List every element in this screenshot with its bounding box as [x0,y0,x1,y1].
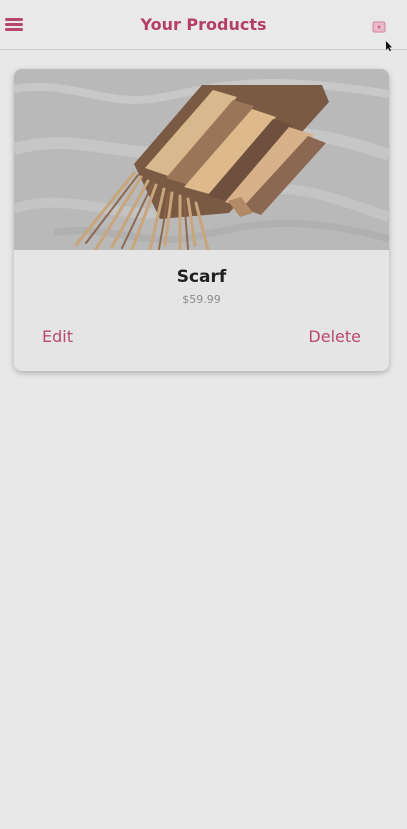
product-card: Scarf $59.99 Edit Delete [14,69,389,371]
product-price: $59.99 [182,293,221,306]
product-name: Scarf [176,267,227,287]
product-image [14,69,389,250]
delete-button[interactable]: Delete [308,327,361,347]
add-product-icon[interactable] [372,21,386,33]
product-details: Scarf $59.99 Edit Delete [14,250,389,371]
top-bar: Your Products [0,0,407,52]
page-title: Your Products [140,15,267,34]
edit-button[interactable]: Edit [42,327,73,347]
products-screen: Your Products Scarf $59.99 Edit Delete [0,0,407,829]
mouse-cursor-icon [386,41,392,52]
